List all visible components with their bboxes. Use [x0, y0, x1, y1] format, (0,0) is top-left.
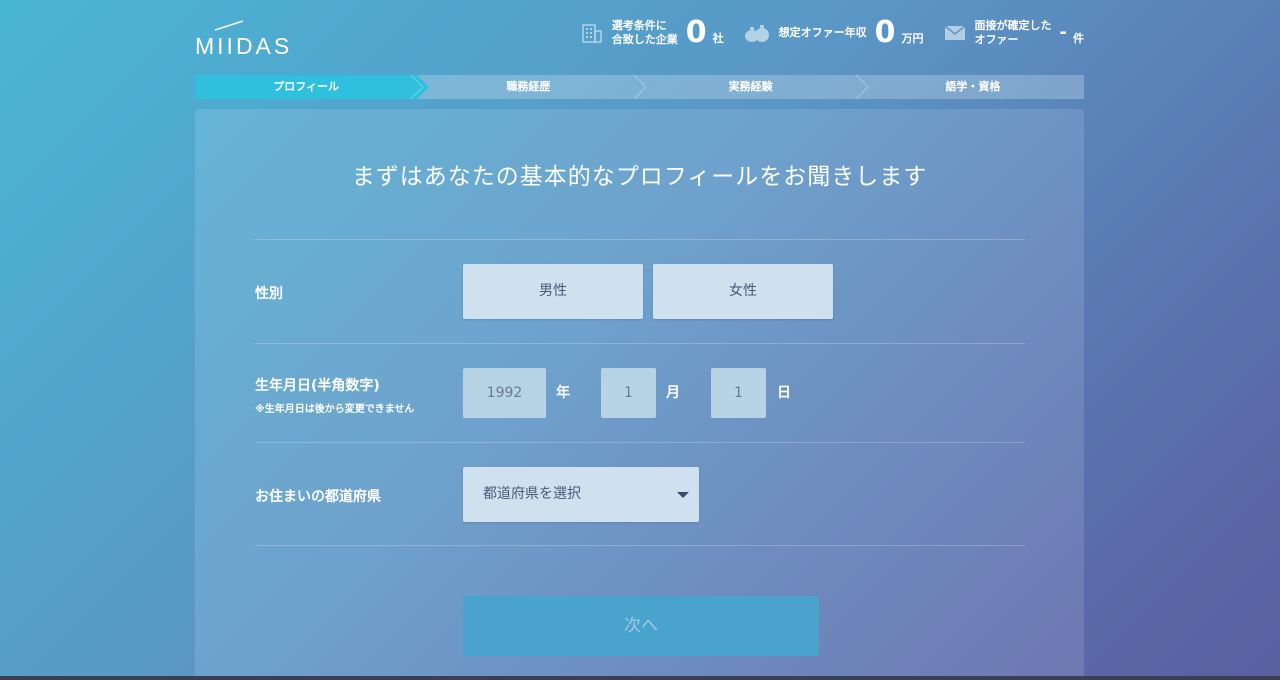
header: MIIDAS 選考条件に 合致した企業 0 社 想定オファー年収 0 万円 面接… — [195, 0, 1084, 75]
gender-label: 性別 — [255, 286, 283, 302]
progress-steps: プロフィール 職務経歴 実務経験 語学・資格 — [195, 75, 1084, 99]
next-button[interactable]: 次へ — [463, 596, 819, 656]
birthdate-note: ※生年月日は後から変更できません — [255, 404, 415, 415]
prefecture-select-value: 都道府県を選択 — [483, 486, 581, 502]
step-separator-icon — [411, 75, 424, 99]
header-stats: 選考条件に 合致した企業 0 社 想定オファー年収 0 万円 面接が確定した オ… — [581, 18, 1084, 48]
logo[interactable]: MIIDAS — [195, 20, 315, 59]
birth-year-input[interactable]: 1992 — [463, 368, 546, 418]
money-bags-icon — [744, 25, 769, 42]
gender-male-button[interactable]: 男性 — [463, 264, 643, 319]
gender-female-button[interactable]: 女性 — [653, 264, 833, 319]
step-language-qualifications: 語学・資格 — [855, 75, 1084, 99]
gender-row: 性別 男性 女性 — [255, 239, 1025, 343]
bottom-bar — [0, 676, 1280, 680]
chevron-down-icon — [677, 492, 689, 498]
step-profile: プロフィール — [195, 75, 430, 99]
logo-text: MIIDAS — [195, 33, 293, 59]
birth-month-input[interactable]: 1 — [601, 368, 656, 418]
stat-unit: 件 — [1073, 32, 1084, 45]
birth-day-input[interactable]: 1 — [711, 368, 766, 418]
step-practical-experience: 実務経験 — [633, 75, 862, 99]
month-unit-label: 月 — [666, 385, 680, 401]
stat-value: - — [1059, 22, 1067, 43]
stat-value: 0 — [874, 15, 896, 50]
profile-form-card: まずはあなたの基本的なプロフィールをお聞きします 性別 男性 女性 生年月日(半… — [195, 109, 1084, 680]
stat-label: 選考条件に 合致した企業 — [611, 19, 678, 46]
mail-icon — [944, 25, 965, 40]
year-unit-label: 年 — [556, 385, 570, 401]
birthdate-label: 生年月日(半角数字) — [255, 378, 380, 394]
stat-expected-salary: 想定オファー年収 0 万円 — [744, 18, 924, 48]
birthdate-row: 生年月日(半角数字) ※生年月日は後から変更できません 1992 年 1 月 1… — [255, 343, 1025, 442]
stat-label: 面接が確定した オファー — [974, 19, 1052, 46]
stat-confirmed-interviews: 面接が確定した オファー - 件 — [944, 19, 1084, 47]
form-title: まずはあなたの基本的なプロフィールをお聞きします — [351, 164, 928, 190]
stat-matching-companies: 選考条件に 合致した企業 0 社 — [581, 18, 724, 48]
stat-unit: 万円 — [901, 32, 924, 45]
stat-value: 0 — [685, 15, 707, 50]
step-work-history: 職務経歴 — [411, 75, 639, 99]
day-unit-label: 日 — [777, 385, 791, 401]
step-separator-icon — [855, 75, 868, 99]
building-icon — [582, 24, 602, 43]
main-container: MIIDAS 選考条件に 合致した企業 0 社 想定オファー年収 0 万円 面接… — [195, 0, 1084, 680]
prefecture-label: お住まいの都道府県 — [255, 489, 381, 505]
prefecture-row: お住まいの都道府県 都道府県を選択 — [255, 442, 1025, 546]
step-separator-icon — [633, 75, 646, 99]
prefecture-select[interactable]: 都道府県を選択 — [463, 467, 699, 522]
stat-unit: 社 — [712, 32, 724, 45]
stat-label: 想定オファー年収 — [778, 26, 867, 39]
